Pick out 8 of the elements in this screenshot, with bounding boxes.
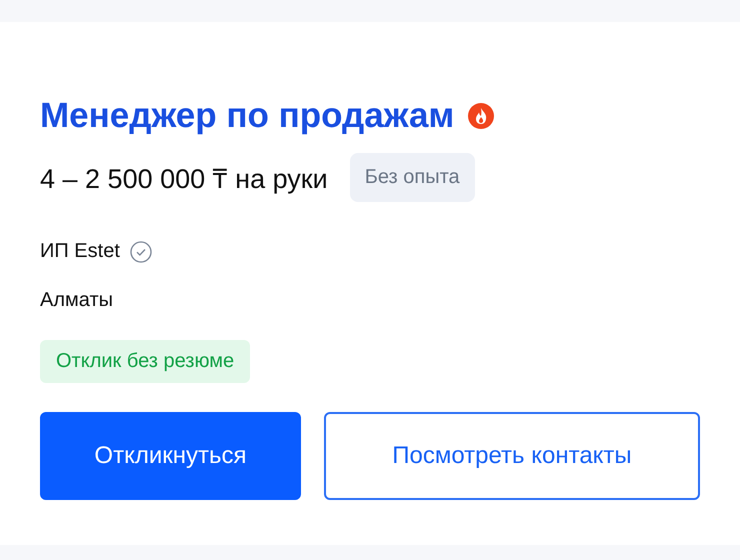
vacancy-title[interactable]: Менеджер по продажам <box>40 94 454 138</box>
salary: 4 – 2 500 000 ₸ на руки <box>40 163 328 196</box>
no-resume-tag: Отклик без резюме <box>40 340 250 383</box>
city: Алматы <box>40 289 114 312</box>
apply-button[interactable]: Откликнуться <box>40 412 301 500</box>
experience-badge: Без опыта <box>350 153 475 202</box>
company-name[interactable]: ИП Estet <box>40 240 120 263</box>
contacts-button[interactable]: Посмотреть контакты <box>324 412 700 500</box>
